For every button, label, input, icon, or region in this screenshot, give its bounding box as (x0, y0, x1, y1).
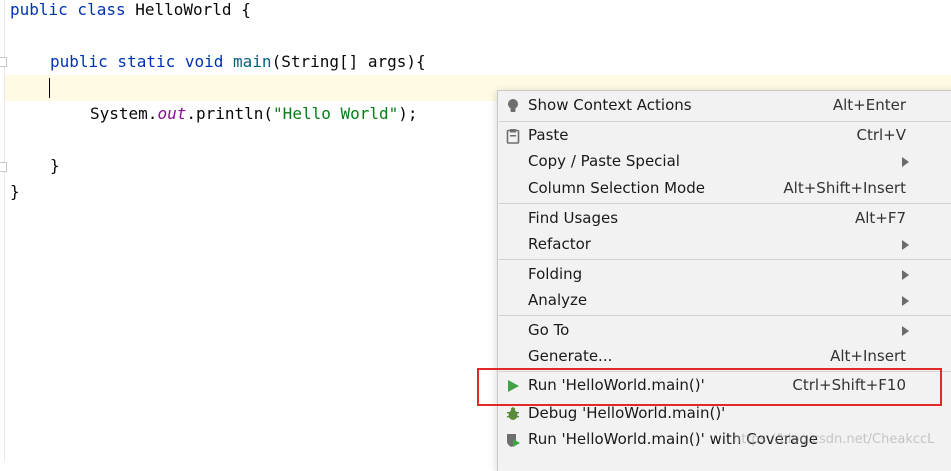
code-line-class-decl[interactable]: public class HelloWorld { (10, 0, 251, 22)
code-line-close-method[interactable]: } (50, 154, 60, 178)
menu-item-analyze[interactable]: Analyze (498, 288, 951, 314)
context-menu: Show Context Actions Alt+Enter Paste Ctr… (497, 90, 951, 471)
keyword: public static void (50, 52, 234, 71)
menu-item-label: Copy / Paste Special (528, 152, 680, 170)
string-literal: "Hello World" (273, 104, 399, 123)
menu-item-label: Refactor (528, 235, 591, 253)
menu-item-label: Paste (528, 126, 569, 144)
method-name: main (233, 52, 272, 71)
menu-item-refactor[interactable]: Refactor (498, 232, 951, 258)
menu-item-label: Folding (528, 265, 583, 283)
code-text: ); (398, 104, 418, 123)
fold-marker[interactable] (0, 57, 7, 67)
fold-marker[interactable] (0, 162, 7, 172)
menu-item-shortcut: Alt+Shift+Insert (783, 179, 906, 197)
code-line-println[interactable]: System.out.println("Hello World"); (90, 102, 418, 126)
menu-item-label: Find Usages (528, 209, 619, 227)
menu-separator (499, 259, 951, 260)
menu-item-paste[interactable]: Paste Ctrl+V (498, 123, 951, 149)
submenu-arrow-icon (902, 240, 909, 250)
menu-item-label: Show Context Actions (528, 96, 692, 114)
code-text: (String[] args){ (271, 52, 426, 71)
menu-item-label: Generate... (528, 347, 613, 365)
code-line-close-class[interactable]: } (10, 180, 20, 204)
code-text: HelloWorld { (135, 0, 251, 19)
menu-item-find-usages[interactable]: Find Usages Alt+F7 (498, 206, 951, 232)
menu-separator (499, 315, 951, 316)
menu-separator (499, 121, 951, 122)
menu-item-folding[interactable]: Folding (498, 262, 951, 288)
menu-item-go-to[interactable]: Go To (498, 318, 951, 344)
code-line-main-decl[interactable]: public static void main(String[] args){ (50, 50, 426, 74)
menu-item-copy-paste-special[interactable]: Copy / Paste Special (498, 149, 951, 175)
menu-item-shortcut: Ctrl+V (856, 126, 906, 144)
code-text: } (50, 156, 60, 175)
submenu-arrow-icon (902, 296, 909, 306)
menu-item-label: Column Selection Mode (528, 179, 705, 197)
menu-item-show-context-actions[interactable]: Show Context Actions Alt+Enter (498, 93, 951, 119)
coverage-shield-icon (507, 434, 520, 447)
menu-item-shortcut: Alt+F7 (854, 209, 906, 227)
submenu-arrow-icon (902, 270, 909, 280)
menu-item-label: Go To (528, 321, 570, 339)
debug-bug-icon (507, 407, 519, 420)
code-text: System. (90, 104, 158, 123)
menu-item-label: Debug 'HelloWorld.main()' (528, 404, 726, 422)
code-text: .println( (186, 104, 274, 123)
watermark-text: https://blog.csdn.net/CheakccL (733, 432, 935, 447)
text-caret (49, 78, 50, 98)
submenu-arrow-icon (902, 326, 909, 336)
red-highlight-annotation (477, 368, 942, 406)
lightbulb-icon (508, 99, 518, 112)
menu-item-column-selection-mode[interactable]: Column Selection Mode Alt+Shift+Insert (498, 176, 951, 202)
menu-item-shortcut: Alt+Enter (832, 96, 906, 114)
clipboard-icon (506, 129, 520, 144)
code-text: } (10, 182, 20, 201)
menu-separator (499, 203, 951, 204)
menu-item-label: Analyze (528, 291, 588, 309)
static-field: out (157, 104, 187, 123)
keyword: public class (10, 0, 136, 19)
menu-item-shortcut: Alt+Insert (830, 347, 906, 365)
submenu-arrow-icon (902, 157, 909, 167)
menu-item-generate[interactable]: Generate... Alt+Insert (498, 344, 951, 370)
gutter-divider (4, 0, 5, 461)
